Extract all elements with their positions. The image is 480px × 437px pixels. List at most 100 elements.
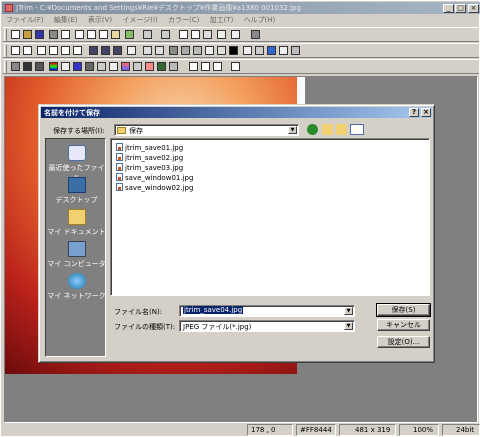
chevron-down-icon[interactable]: ▼	[344, 322, 353, 330]
menu-file[interactable]: ファイル(F)	[2, 14, 48, 25]
list-item[interactable]: jtrim_save01.jpg	[116, 143, 183, 153]
file-list[interactable]: jtrim_save01.jpg jtrim_save02.jpg jtrim_…	[110, 138, 430, 296]
rotate-free-icon[interactable]	[127, 46, 136, 55]
mosaic-icon[interactable]	[181, 46, 190, 55]
eraser-icon[interactable]	[279, 46, 288, 55]
menu-help[interactable]: ヘルプ(H)	[240, 14, 280, 25]
new-folder-icon[interactable]	[336, 124, 347, 135]
menu-edit[interactable]: 編集(E)	[50, 14, 82, 25]
colorize-icon[interactable]	[121, 62, 130, 71]
list-item[interactable]: save_window01.jpg	[116, 173, 193, 183]
hue-icon[interactable]	[73, 62, 82, 71]
blur-icon[interactable]	[169, 46, 178, 55]
menu-view[interactable]: 表示(V)	[84, 14, 116, 25]
gradation-icon[interactable]	[109, 62, 118, 71]
flip-horizontal-icon[interactable]	[37, 46, 46, 55]
sepia-icon[interactable]	[97, 62, 106, 71]
up-folder-icon[interactable]	[322, 124, 333, 135]
eyedropper-icon[interactable]	[231, 62, 240, 71]
maximize-button[interactable]: □	[455, 4, 466, 13]
flip-vertical-icon[interactable]	[49, 46, 58, 55]
menu-color[interactable]: カラー(C)	[164, 14, 203, 25]
color-depth: 24bit	[442, 424, 480, 436]
view-mode-icon[interactable]	[251, 30, 260, 39]
zoom-icon[interactable]	[189, 62, 198, 71]
filename-value: jtrim_save04.jpg	[183, 306, 244, 314]
place-documents[interactable]: マイ ドキュメント	[46, 209, 107, 237]
preview-icon[interactable]	[61, 30, 70, 39]
resize-icon[interactable]	[23, 46, 32, 55]
chevron-down-icon[interactable]: ▼	[344, 307, 353, 315]
copy-icon[interactable]	[75, 30, 84, 39]
toolbar-grip[interactable]	[4, 29, 7, 41]
open-icon[interactable]	[23, 30, 32, 39]
border-icon[interactable]	[143, 46, 152, 55]
place-computer[interactable]: マイ コンピュータ	[46, 241, 107, 269]
filetype-select[interactable]: JPEG ファイル(*.jpg) ▼	[179, 320, 355, 332]
paste-icon[interactable]	[87, 30, 96, 39]
grid-icon[interactable]	[217, 30, 226, 39]
gamma-icon[interactable]	[35, 62, 44, 71]
zoom-out-icon[interactable]	[213, 62, 222, 71]
arrow-icon[interactable]	[61, 46, 70, 55]
rotate-icon[interactable]	[113, 46, 122, 55]
rotate-right-icon[interactable]	[101, 46, 110, 55]
toolbar-grip[interactable]	[4, 45, 7, 57]
frame-icon[interactable]	[73, 46, 82, 55]
view-menu-icon[interactable]	[350, 124, 364, 135]
rotate-left-icon[interactable]	[89, 46, 98, 55]
paste-new-icon[interactable]	[99, 30, 108, 39]
replace-color-icon[interactable]	[145, 62, 154, 71]
wave-icon[interactable]	[193, 46, 202, 55]
capture-icon[interactable]	[125, 30, 134, 39]
new-icon[interactable]	[11, 30, 20, 39]
settings-button[interactable]: 設定(O)...	[377, 336, 430, 348]
place-desktop[interactable]: デスクトップ	[46, 177, 107, 205]
tile-icon[interactable]	[205, 46, 214, 55]
help-button[interactable]: ?	[409, 108, 419, 117]
menu-image[interactable]: イメージ(I)	[118, 14, 161, 25]
back-icon[interactable]	[307, 124, 318, 135]
brush-icon[interactable]	[255, 46, 264, 55]
clipboard-icon[interactable]	[111, 30, 120, 39]
dialog-close-button[interactable]: ×	[421, 108, 431, 117]
menu-process[interactable]: 加工(T)	[206, 14, 238, 25]
brightness-icon[interactable]	[11, 62, 20, 71]
text-icon[interactable]	[191, 30, 200, 39]
rgb-icon[interactable]	[49, 62, 58, 71]
chevron-down-icon[interactable]: ▼	[288, 126, 297, 134]
level-icon[interactable]	[61, 62, 70, 71]
list-item[interactable]: jtrim_save03.jpg	[116, 163, 183, 173]
list-item[interactable]: jtrim_save02.jpg	[116, 153, 183, 163]
invert-icon[interactable]	[169, 62, 178, 71]
save-in-combo[interactable]: 保存 ▼	[114, 124, 299, 136]
undo-icon[interactable]	[143, 30, 152, 39]
frame-fill-icon[interactable]	[155, 46, 164, 55]
mask-icon[interactable]	[229, 46, 238, 55]
save-button[interactable]: 保存(S)	[376, 303, 431, 317]
place-network[interactable]: マイ ネットワーク	[46, 273, 107, 301]
redo-icon[interactable]	[161, 30, 170, 39]
crop-icon[interactable]	[11, 46, 20, 55]
grayscale-icon[interactable]	[85, 62, 94, 71]
zoom-in-icon[interactable]	[201, 62, 210, 71]
emboss-icon[interactable]	[217, 46, 226, 55]
app-window: JTrim - C:¥Documents and Settings¥Rie¥デス…	[0, 0, 480, 437]
shape-icon[interactable]	[203, 30, 212, 39]
list-item[interactable]: save_window02.jpg	[116, 183, 193, 193]
spiral-icon[interactable]	[291, 46, 300, 55]
contrast-icon[interactable]	[23, 62, 32, 71]
select-icon[interactable]	[179, 30, 188, 39]
pen-icon[interactable]	[267, 46, 276, 55]
cancel-button[interactable]: キャンセル	[377, 319, 430, 331]
save-icon[interactable]	[35, 30, 44, 39]
filename-field[interactable]: jtrim_save04.jpg ▼	[179, 305, 355, 317]
grid-pattern-icon[interactable]	[243, 46, 252, 55]
layout-icon[interactable]	[231, 30, 240, 39]
print-icon[interactable]	[49, 30, 58, 39]
reduce-color-icon[interactable]	[133, 62, 142, 71]
transparent-icon[interactable]	[157, 62, 166, 71]
close-button[interactable]: ×	[468, 4, 479, 13]
minimize-button[interactable]: _	[443, 4, 454, 13]
toolbar-grip[interactable]	[4, 61, 7, 73]
